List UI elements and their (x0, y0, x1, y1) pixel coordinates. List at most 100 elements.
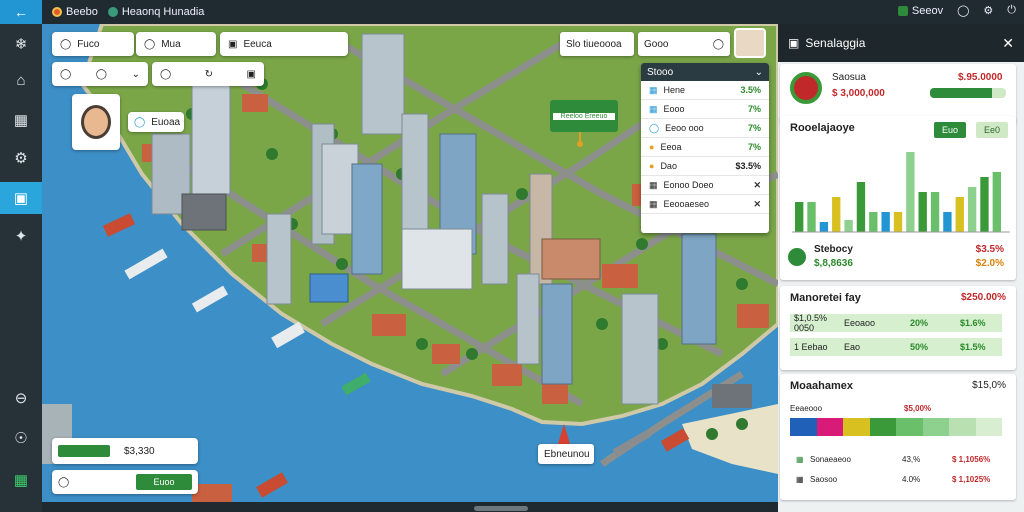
distribution-segment (975, 418, 1002, 436)
chevron-down-icon: ⌄ (754, 66, 763, 78)
profile-card: Saosua $ 3,000,000 $.95.0000 (780, 64, 1016, 124)
dropdown-header[interactable]: Stooo ⌄ (641, 63, 769, 81)
gauge-icon: ● (649, 142, 655, 152)
grid-icon: ▦ (649, 179, 658, 190)
minus-icon[interactable]: ⊖ (0, 382, 42, 414)
stats-button-1[interactable]: Euo (934, 122, 967, 138)
avatar (81, 105, 111, 139)
time-icon[interactable]: ◯ (160, 69, 171, 80)
building-icon: ▦ (649, 84, 658, 95)
distribution-segment (790, 418, 817, 436)
stats-bar (930, 192, 940, 232)
building-dropdown[interactable]: Stooo ⌄ ▦ Hene 3.5% ▦ Eooo 7% ◯ Eeoo ooo 7% ● E… (641, 63, 769, 233)
distribution-segment (869, 418, 896, 436)
summary-row[interactable]: ▦ Sonaeaeoo 43,% $ 1,1056% (796, 452, 1002, 466)
mayor-avatar-card[interactable] (72, 94, 120, 150)
dropdown-row[interactable]: ◯ Eeoo ooo 7% (641, 119, 769, 138)
summary-card: Moaahamex $15,0% Eeaeooo $5,00% ▦ Sonaea… (780, 374, 1016, 500)
city-title: Heaonq Hunadia (107, 6, 205, 18)
info-badge[interactable]: ◯ Euoaa (128, 112, 184, 132)
stats-button-2[interactable]: Ee0 (976, 122, 1009, 138)
budget-panel[interactable]: $3,330 (52, 438, 198, 464)
puzzle-icon[interactable]: ✦ (0, 220, 42, 252)
dropdown-row[interactable]: ● Eeoa 7% (641, 138, 769, 157)
distribution-segment (816, 418, 843, 436)
stats-bar (992, 172, 1001, 232)
city-map[interactable]: ◯ Fuco ◯ Mua ▣ Eeuca ◯ ◯ ⌄ ◯ ↻ ▣ ◯ Euoaa… (42, 24, 778, 502)
wallet-icon: ◯ (60, 38, 72, 50)
stats-bar (832, 197, 841, 232)
stats-bar (918, 192, 927, 232)
profile-progress-fill (930, 88, 993, 98)
stats-bar (980, 177, 989, 232)
back-button[interactable]: ← (0, 0, 42, 24)
dropdown-row[interactable]: ▦ Eooo 7% (641, 100, 769, 119)
dropdown-row[interactable]: ● Dao $3.5% (641, 157, 769, 176)
shield-icon[interactable]: ◯ (957, 4, 969, 17)
budget-bar (58, 445, 110, 457)
search-icon: ◯ (712, 38, 724, 50)
road-icon[interactable]: ▦ (0, 104, 42, 136)
resource-chip-3[interactable]: ▣ Eeuca (220, 32, 348, 56)
profile-progress (930, 88, 1006, 98)
location-callout[interactable]: Ebneunou (538, 444, 594, 464)
coin-label: Beebo (66, 6, 98, 18)
market-row[interactable]: $1,0.5% 0050 Eeoaoo 20% $1.6% (790, 313, 1002, 333)
info-icon: ◯ (649, 122, 660, 133)
stats-bar (795, 202, 804, 232)
image-icon: ▣ (228, 38, 238, 50)
stats-bar (893, 212, 903, 232)
save-indicator[interactable]: Seeov (897, 5, 943, 17)
bottom-scrollbar[interactable] (474, 506, 528, 511)
market-row[interactable]: 1 Eebao Eao 50% $1.5% (790, 338, 1002, 356)
chevron-down-icon[interactable]: ⌄ (132, 69, 140, 80)
right-panel: ▣ Senalaggia ✕ Saosua $ 3,000,000 $.95.0… (778, 24, 1024, 512)
gear-icon[interactable]: ⚙ (0, 142, 42, 174)
top-right-controls: Seeov ◯ ⚙ ⏻ (897, 4, 1016, 17)
summary-row[interactable]: ▦ Saosoo 4.0% $ 1,1025% (796, 472, 1002, 486)
distribution-segment (949, 418, 976, 436)
resource-chip-1[interactable]: ◯ Fuco (52, 32, 134, 56)
panel-icon: ▣ (788, 36, 800, 50)
speed-icon[interactable]: ◯ (96, 69, 107, 80)
status-row: Stebocy $,8,8636 $3.5% $2.0% (788, 244, 1008, 276)
clock-icon[interactable]: ◯ (60, 69, 71, 80)
stats-bar (869, 212, 878, 232)
advisor-avatar[interactable] (734, 28, 766, 58)
stats-bar-chart (792, 152, 1010, 233)
clock-icon[interactable]: ◯ (58, 477, 69, 488)
grid-icon[interactable]: ▦ (0, 464, 42, 496)
camera-icon[interactable]: ▣ (247, 69, 256, 80)
globe-icon[interactable]: ❄ (0, 28, 42, 60)
action-panel: ◯ Euoo (52, 470, 198, 494)
city-icon (107, 7, 118, 17)
compass-icon[interactable]: ☉ (0, 422, 42, 454)
resource-chip-2[interactable]: ◯ Mua (136, 32, 216, 56)
search-chip[interactable]: Slo tiueoooa (560, 32, 634, 56)
dropdown-row[interactable]: ▦ Eeooaeseo ✕ (641, 195, 769, 214)
stats-bar (955, 197, 964, 232)
grid-icon: ▦ (796, 474, 804, 484)
stats-bar (807, 202, 816, 232)
top-bar: ← Beebo Heaonq Hunadia Seeov ◯ ⚙ ⏻ (0, 0, 1024, 24)
tag-icon: ● (649, 161, 655, 171)
buildings-icon[interactable]: ▣ (0, 182, 42, 214)
search-input[interactable]: Gooo ◯ (638, 32, 730, 56)
stats-bar (881, 212, 890, 232)
close-icon[interactable]: ✕ (1002, 35, 1014, 52)
action-button[interactable]: Euoo (135, 474, 192, 490)
stats-bar (844, 220, 853, 232)
city-title-text: Heaonq Hunadia (121, 6, 205, 18)
doc-icon: ▦ (649, 103, 658, 114)
home-icon[interactable]: ⌂ (0, 64, 42, 96)
distribution-segment (896, 418, 923, 436)
right-panel-header: ▣ Senalaggia ✕ (778, 24, 1024, 62)
refresh-icon[interactable]: ↻ (205, 69, 213, 80)
dropdown-row[interactable]: ▦ Hene 3.5% (641, 81, 769, 100)
dropdown-row[interactable]: ▦ Eonoo Doeo ✕ (641, 176, 769, 195)
power-icon[interactable]: ⏻ (1007, 4, 1016, 17)
stats-bar (967, 187, 977, 232)
distribution-strip (790, 418, 1002, 436)
info-icon: ◯ (134, 116, 146, 128)
settings-icon[interactable]: ⚙ (983, 4, 993, 17)
